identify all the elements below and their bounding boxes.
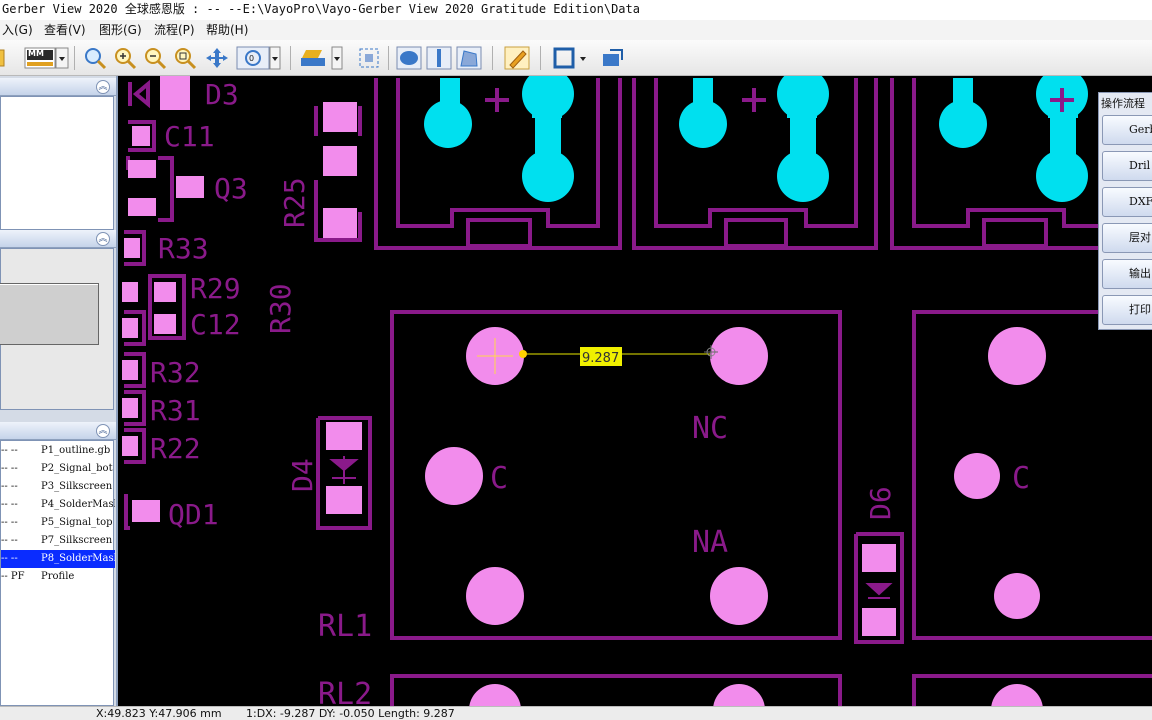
layer-row[interactable]: -- -- P7_Silkscreen xyxy=(1,532,115,550)
label-r31: R31 xyxy=(150,394,201,427)
layer-row[interactable]: -- -- P2_Signal_bot xyxy=(1,460,115,478)
panel-body-1 xyxy=(0,96,114,230)
line-tool-icon[interactable] xyxy=(426,46,452,70)
layer-name: Profile xyxy=(41,571,75,582)
panel-header-2: ︽ xyxy=(0,230,116,248)
pcb-canvas[interactable]: .silk { fill: none; stroke: #8a1a8a; str… xyxy=(120,76,1152,706)
layer-name: P5_Signal_top xyxy=(41,517,113,528)
circle-tool-icon[interactable] xyxy=(396,46,422,70)
menu-bar: 入(G) 查看(V) 图形(G) 流程(P) 帮助(H) xyxy=(0,20,1152,40)
preview-box xyxy=(0,283,99,345)
measurement-value-label: 9.287 xyxy=(582,351,619,366)
gerber-view-window: Gerber View 2020 全球感恩版 : -- --E:\VayoPro… xyxy=(0,0,1152,720)
zoom-out-icon[interactable] xyxy=(142,46,168,70)
layer-name: P3_Silkscreen xyxy=(41,481,113,492)
units-label: MM xyxy=(28,49,44,58)
label-d6: D6 xyxy=(864,486,897,520)
shape-tool-icon[interactable] xyxy=(456,46,482,70)
flow-output-button[interactable]: 输出 xyxy=(1102,259,1152,289)
main-toolbar: MM 0 xyxy=(0,40,1152,76)
layer-row[interactable]: -- PF Profile xyxy=(1,568,115,586)
layer-row-selected[interactable]: -- -- P8_SolderMask xyxy=(1,550,115,568)
window-title: Gerber View 2020 全球感恩版 : -- --E:\VayoPro… xyxy=(0,0,1152,20)
outline-dropdown-icon[interactable] xyxy=(552,46,592,70)
pan-icon[interactable] xyxy=(204,46,230,70)
layer-row[interactable]: -- -- P3_Silkscreen xyxy=(1,478,115,496)
label-qd1: QD1 xyxy=(168,498,219,531)
label-r33: R33 xyxy=(158,232,209,265)
svg-text:0: 0 xyxy=(249,54,254,63)
layer-row[interactable]: -- -- P4_SolderMask xyxy=(1,496,115,514)
menu-graphics[interactable]: 图形(G) xyxy=(99,20,142,40)
cursor-coordinates: X:49.823 Y:47.906 mm xyxy=(96,707,222,720)
relay-footprint-top-1 xyxy=(374,76,622,250)
zoom-icon[interactable] xyxy=(82,46,108,70)
flow-print-button[interactable]: 打印 xyxy=(1102,295,1152,325)
label-c-left: C xyxy=(490,461,508,496)
measure-pen-icon[interactable] xyxy=(504,46,530,70)
d6-component xyxy=(854,532,904,644)
d4-component xyxy=(316,416,372,530)
label-c11: C11 xyxy=(164,120,215,153)
layer-import-dropdown-icon[interactable] xyxy=(298,46,344,70)
operation-flow-panel: 操作流程 Gerb Dril DXF 层对 输出 打印 xyxy=(1098,92,1152,330)
rotate-dropdown-icon[interactable]: 0 xyxy=(236,46,282,70)
panel-body-2 xyxy=(0,248,114,410)
label-rl2: RL2 xyxy=(318,677,372,706)
flow-drill-button[interactable]: Dril xyxy=(1102,151,1152,181)
label-r30: R30 xyxy=(264,283,297,334)
label-r32: R32 xyxy=(150,356,201,389)
label-r25: R25 xyxy=(278,177,311,228)
label-r29: R29 xyxy=(190,272,241,305)
label-rl1: RL1 xyxy=(318,609,372,644)
rl2-relay-footprint xyxy=(390,674,1152,706)
label-d3: D3 xyxy=(205,78,239,111)
label-r22: R22 xyxy=(150,432,201,465)
label-c-right: C xyxy=(1012,461,1030,496)
status-bar: X:49.823 Y:47.906 mm 1:DX: -9.287 DY: -0… xyxy=(0,706,1152,720)
relay-footprint-top-2 xyxy=(632,76,878,250)
flow-layer-align-button[interactable]: 层对 xyxy=(1102,223,1152,253)
menu-help[interactable]: 帮助(H) xyxy=(206,20,248,40)
label-nc: NC xyxy=(692,411,728,446)
right-relay-footprint xyxy=(912,310,1152,640)
left-panel: ︽ ︽ ︽ -- -- P1_outline.gb -- -- P2_Signa… xyxy=(0,76,118,706)
r25-component xyxy=(314,102,362,242)
layer-name: P7_Silkscreen xyxy=(41,535,113,546)
collapse-chevron-icon[interactable]: ︽ xyxy=(96,424,110,438)
panel-header-1: ︽ xyxy=(0,78,116,96)
layer-name: P1_outline.gb xyxy=(41,445,111,456)
collapse-chevron-icon[interactable]: ︽ xyxy=(96,232,110,246)
panel-header-3: ︽ xyxy=(0,422,116,440)
menu-view[interactable]: 查看(V) xyxy=(44,20,86,40)
units-dropdown[interactable]: MM xyxy=(24,46,70,70)
flow-panel-title: 操作流程 xyxy=(1101,97,1145,110)
zoom-window-icon[interactable] xyxy=(172,46,198,70)
select-grid-icon[interactable] xyxy=(356,46,382,70)
label-q3: Q3 xyxy=(214,172,248,205)
zoom-in-icon[interactable] xyxy=(112,46,138,70)
layer-name: P2_Signal_bot xyxy=(41,463,113,474)
label-c12: C12 xyxy=(190,308,241,341)
menu-flow[interactable]: 流程(P) xyxy=(154,20,195,40)
layer-row[interactable]: -- -- P1_outline.gb xyxy=(1,442,115,460)
flow-dxf-button[interactable]: DXF xyxy=(1102,187,1152,217)
export-icon[interactable] xyxy=(600,46,626,70)
layer-list: -- -- P1_outline.gb -- -- P2_Signal_bot … xyxy=(0,440,115,706)
flow-gerber-button[interactable]: Gerb xyxy=(1102,115,1152,145)
toolbar-partial-icon[interactable] xyxy=(0,46,6,70)
layer-row[interactable]: -- -- P5_Signal_top xyxy=(1,514,115,532)
measurement-readout: 1:DX: -9.287 DY: -0.050 Length: 9.287 xyxy=(246,707,455,720)
collapse-chevron-icon[interactable]: ︽ xyxy=(96,80,110,94)
label-d4: D4 xyxy=(286,458,319,492)
layer-name: P4_SolderMask xyxy=(41,499,115,510)
menu-import[interactable]: 入(G) xyxy=(2,20,33,40)
label-na: NA xyxy=(692,525,728,560)
layer-name: P8_SolderMask xyxy=(41,553,115,564)
